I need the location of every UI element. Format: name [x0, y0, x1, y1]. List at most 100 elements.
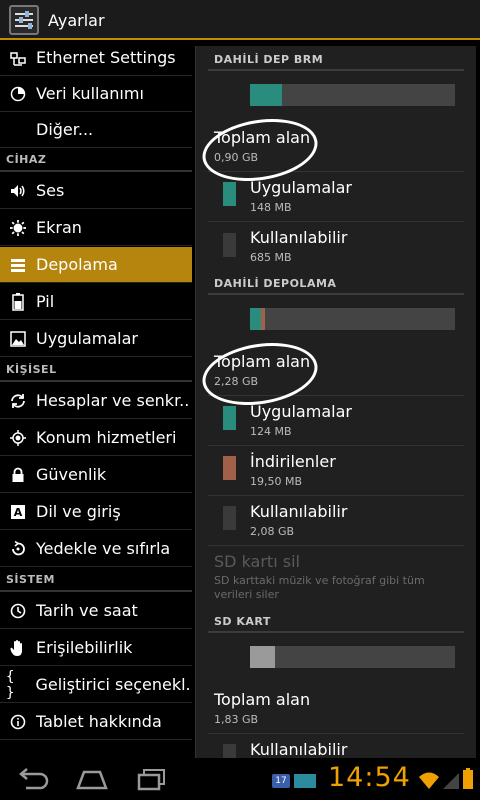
- menu-item-label: Güvenlik: [36, 465, 107, 484]
- menu-item-developer-options[interactable]: { } Geliştirici seçenekl..: [0, 667, 192, 703]
- menu-item-data-usage[interactable]: Veri kullanımı: [0, 76, 192, 112]
- menu-item-label: Uygulamalar: [36, 329, 138, 348]
- location-icon: [10, 429, 26, 446]
- apps-icon: [10, 330, 26, 347]
- menu-item-label: Veri kullanımı: [36, 84, 144, 103]
- menu-item-security[interactable]: Güvenlik: [0, 457, 192, 493]
- usage-segment-downloads: [261, 308, 265, 330]
- language-icon: A: [10, 504, 26, 520]
- item-title: Toplam alan: [214, 690, 311, 709]
- ethernet-icon: [10, 50, 26, 66]
- divider: [0, 590, 192, 592]
- menu-item-label: Erişilebilirlik: [36, 638, 133, 657]
- backup-icon: [10, 540, 26, 557]
- item-value: 685 MB: [250, 251, 292, 264]
- data-usage-icon: [10, 86, 26, 102]
- menu-item-label: Tarih ve saat: [36, 601, 138, 620]
- usage-segment-used: [250, 646, 275, 668]
- available-color-swatch: [223, 233, 236, 257]
- hand-icon: [10, 639, 26, 656]
- menu-item-label: Geliştirici seçenekl..: [35, 675, 192, 694]
- menu-item-location[interactable]: Konum hizmetleri: [0, 420, 192, 456]
- section-header-system: SİSTEM: [6, 573, 55, 586]
- item-title: Kullanılabilir: [250, 740, 348, 758]
- lock-icon: [10, 467, 26, 483]
- apps-color-swatch: [223, 182, 236, 206]
- downloads-color-swatch: [223, 456, 236, 480]
- recent-apps-button[interactable]: [132, 766, 172, 792]
- section-header-internal-brm: DAHİLİ DEP BRM: [214, 53, 324, 66]
- item-description: verileri siler: [214, 588, 279, 601]
- notification-icon[interactable]: [294, 774, 316, 788]
- menu-item-backup-reset[interactable]: Yedekle ve sıfırla: [0, 531, 192, 567]
- item-title: Uygulamalar: [250, 402, 352, 421]
- action-bar-title: Ayarlar: [48, 11, 105, 30]
- navigation-bar: 17 14:54: [0, 758, 480, 800]
- item-title: SD kartı sil: [214, 552, 300, 571]
- item-value: 1,83 GB: [214, 713, 259, 726]
- item-title: Uygulamalar: [250, 178, 352, 197]
- menu-item-label: Yedekle ve sıfırla: [36, 539, 171, 558]
- section-header-sd-card: SD KART: [214, 615, 271, 628]
- info-icon: [10, 714, 26, 730]
- menu-item-more[interactable]: Diğer...: [0, 112, 192, 148]
- settings-app-icon[interactable]: [9, 5, 39, 35]
- menu-item-date-time[interactable]: Tarih ve saat: [0, 593, 192, 629]
- display-icon: [10, 219, 26, 236]
- divider: [208, 69, 464, 71]
- home-button[interactable]: [72, 766, 112, 792]
- menu-item-accessibility[interactable]: Erişilebilirlik: [0, 630, 192, 666]
- wifi-icon: [418, 770, 440, 794]
- item-value: 2,08 GB: [250, 525, 295, 538]
- clock-icon: [10, 603, 26, 619]
- menu-item-ethernet[interactable]: Ethernet Settings: [0, 40, 192, 76]
- available-color-swatch: [223, 506, 236, 530]
- menu-item-label: Konum hizmetleri: [36, 428, 177, 447]
- battery-status-icon: [462, 768, 474, 794]
- storage-panel[interactable]: DAHİLİ DEP BRM Toplam alan 0,90 GB Uygul…: [195, 46, 476, 758]
- section-header-device: CİHAZ: [6, 153, 47, 166]
- item-title: İndirilenler: [250, 452, 336, 471]
- available-color-swatch: [223, 744, 236, 758]
- usage-segment-apps: [250, 84, 282, 106]
- menu-item-about-tablet[interactable]: Tablet hakkında: [0, 704, 192, 740]
- menu-item-battery[interactable]: Pil: [0, 284, 192, 320]
- menu-item-apps[interactable]: Uygulamalar: [0, 321, 192, 357]
- item-title: Kullanılabilir: [250, 502, 348, 521]
- sound-icon: [10, 183, 26, 199]
- menu-item-label: Dil ve giriş: [36, 502, 121, 521]
- apps-color-swatch: [223, 406, 236, 430]
- menu-item-display[interactable]: Ekran: [0, 210, 192, 246]
- section-header-internal: DAHİLİ DEPOLAMA: [214, 277, 337, 290]
- item-value: 124 MB: [250, 425, 292, 438]
- svg-text:A: A: [14, 506, 23, 519]
- menu-item-storage[interactable]: Depolama: [0, 247, 192, 283]
- divider: [0, 380, 192, 382]
- clock[interactable]: 14:54: [328, 762, 411, 793]
- item-value: 148 MB: [250, 201, 292, 214]
- menu-item-label: Hesaplar ve senkr..: [36, 391, 190, 410]
- menu-item-label: Pil: [36, 292, 55, 311]
- item-title: Kullanılabilir: [250, 228, 348, 247]
- menu-item-accounts-sync[interactable]: Hesaplar ve senkr..: [0, 383, 192, 419]
- menu-item-label: Diğer...: [36, 120, 94, 139]
- notification-badge[interactable]: 17: [272, 774, 290, 788]
- divider: [208, 293, 464, 295]
- settings-menu: Ethernet Settings Veri kullanımı Diğer..…: [0, 40, 192, 758]
- menu-item-label: Ethernet Settings: [36, 48, 176, 67]
- item-description: SD karttaki müzik ve fotoğraf gibi tüm: [214, 574, 425, 587]
- divider: [208, 631, 464, 633]
- storage-icon: [10, 257, 26, 273]
- usage-bar-internal: [250, 308, 455, 330]
- menu-item-sound[interactable]: Ses: [0, 173, 192, 209]
- item-value: 19,50 MB: [250, 475, 303, 488]
- back-button[interactable]: [12, 766, 52, 792]
- menu-item-label: Tablet hakkında: [36, 712, 162, 731]
- braces-icon: { }: [6, 668, 15, 701]
- usage-bar-sd-card: [250, 646, 455, 668]
- divider: [0, 170, 192, 172]
- battery-icon: [10, 292, 26, 311]
- menu-item-language[interactable]: A Dil ve giriş: [0, 494, 192, 530]
- sync-icon: [10, 393, 26, 409]
- signal-icon: [442, 770, 460, 794]
